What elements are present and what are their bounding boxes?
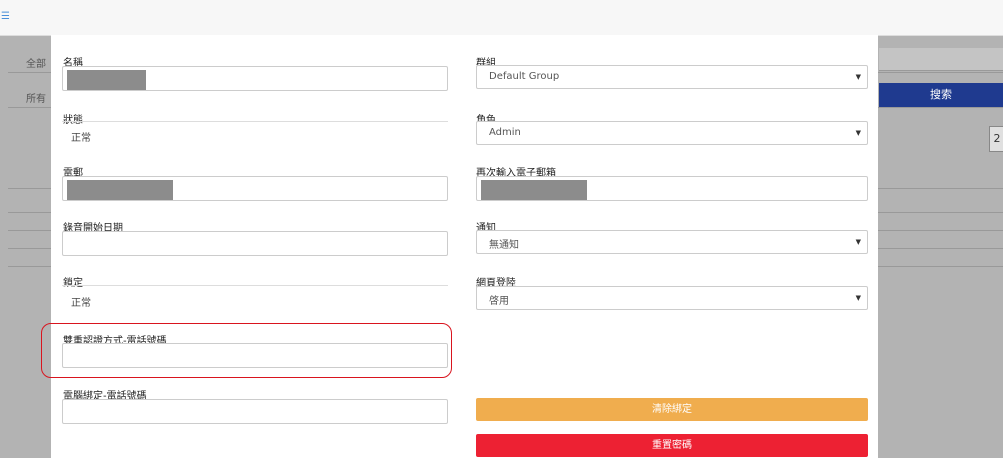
- email-confirm-input[interactable]: [476, 176, 868, 201]
- chevron-down-icon: ▼: [855, 73, 861, 81]
- reset-password-button[interactable]: 重置密碼: [476, 434, 868, 457]
- redacted-block: [67, 180, 173, 200]
- unbind-button[interactable]: 清除綁定: [476, 398, 868, 421]
- redacted-block: [67, 70, 146, 90]
- filter-owner-label[interactable]: 所有: [26, 90, 46, 105]
- pc-bind-phone-input[interactable]: [62, 399, 448, 424]
- background-strip: [879, 48, 1003, 71]
- menu-icon[interactable]: ☰: [1, 12, 10, 22]
- email-input[interactable]: [62, 176, 448, 201]
- redacted-block: [481, 180, 587, 200]
- group-selected-value: Default Group: [489, 71, 560, 82]
- status-label: 狀態: [63, 111, 83, 126]
- record-start-date-input[interactable]: [62, 231, 448, 256]
- refresh-button[interactable]: 2: [989, 126, 1003, 152]
- notify-select[interactable]: 無通知 ▼: [476, 230, 868, 254]
- divider: [62, 285, 448, 286]
- chevron-down-icon: ▼: [855, 294, 861, 302]
- web-login-selected-value: 啓用: [489, 296, 509, 307]
- group-select[interactable]: Default Group ▼: [476, 65, 868, 89]
- status-value: 正常: [71, 133, 91, 144]
- filter-all-label[interactable]: 全部: [26, 55, 46, 70]
- role-select[interactable]: Admin ▼: [476, 121, 868, 145]
- search-button[interactable]: 搜索: [879, 83, 1003, 107]
- name-input[interactable]: [62, 66, 448, 91]
- chevron-down-icon: ▼: [855, 238, 861, 246]
- notify-selected-value: 無通知: [489, 240, 519, 251]
- user-edit-modal: 名稱 群組 Default Group ▼ 狀態 正常 角色 Admin ▼ 電…: [51, 35, 878, 458]
- lock-label: 鎖定: [63, 278, 83, 289]
- top-bar: ☰: [0, 0, 1003, 36]
- role-selected-value: Admin: [489, 127, 521, 138]
- lock-value: 正常: [71, 298, 91, 309]
- annotation-highlight: [41, 323, 452, 378]
- divider: [62, 121, 448, 122]
- web-login-select[interactable]: 啓用 ▼: [476, 286, 868, 310]
- chevron-down-icon: ▼: [855, 129, 861, 137]
